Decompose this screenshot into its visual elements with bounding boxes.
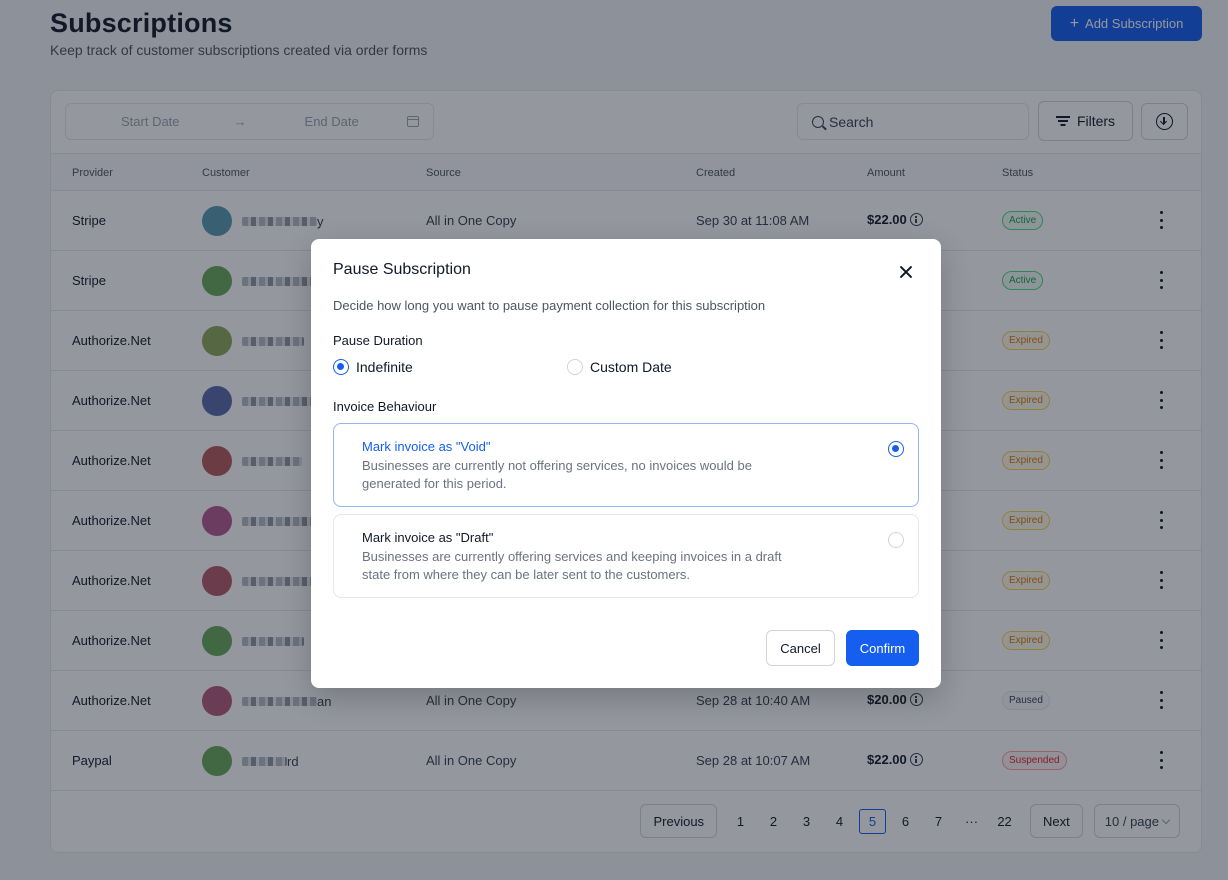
cancel-button[interactable]: Cancel (766, 630, 835, 666)
radio-indefinite-control[interactable] (333, 359, 349, 375)
radio-custom-date-control[interactable] (567, 359, 583, 375)
invoice-option-void-description: Businesses are currently not offering se… (362, 458, 752, 491)
confirm-button[interactable]: Confirm (846, 630, 919, 666)
close-icon[interactable] (899, 265, 913, 279)
invoice-option-void-title: Mark invoice as "Void" (362, 439, 491, 454)
radio-custom-date-label: Custom Date (590, 359, 672, 375)
pause-subscription-modal: Pause Subscription Decide how long you w… (311, 239, 941, 688)
invoice-option-draft-radio[interactable] (888, 532, 904, 548)
pause-duration-label: Pause Duration (333, 333, 423, 348)
modal-description: Decide how long you want to pause paymen… (333, 298, 766, 313)
invoice-option-void[interactable]: Mark invoice as "Void" Businesses are cu… (333, 423, 919, 507)
invoice-option-draft-title: Mark invoice as "Draft" (362, 530, 494, 545)
modal-title: Pause Subscription (333, 261, 471, 278)
invoice-behaviour-label: Invoice Behaviour (333, 399, 437, 414)
radio-indefinite-label: Indefinite (356, 359, 413, 375)
invoice-option-void-radio[interactable] (888, 441, 904, 457)
invoice-option-draft[interactable]: Mark invoice as "Draft" Businesses are c… (333, 514, 919, 598)
radio-indefinite[interactable]: Indefinite (333, 359, 413, 375)
invoice-option-draft-description: Businesses are currently offering servic… (362, 549, 782, 582)
radio-custom-date[interactable]: Custom Date (567, 359, 672, 375)
